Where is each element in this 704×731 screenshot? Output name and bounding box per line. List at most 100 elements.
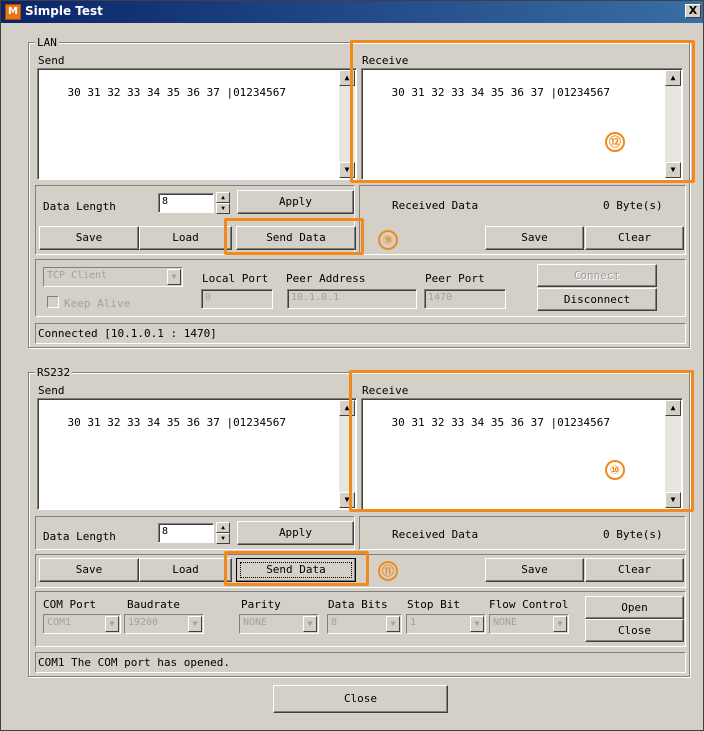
marker-12: ⑫ (605, 132, 625, 152)
flow-control-select[interactable]: NONE ▼ (489, 614, 569, 634)
baudrate-select[interactable]: 19200 ▼ (124, 614, 204, 634)
chevron-down-icon[interactable]: ▼ (167, 269, 181, 285)
lan-load-button[interactable]: Load (139, 226, 232, 250)
lan-apply-button[interactable]: Apply (237, 190, 354, 214)
scroll-down-arrow-icon[interactable]: ▼ (339, 162, 355, 178)
rs232-send-data-button[interactable]: Send Data (236, 558, 356, 582)
stop-bit-select[interactable]: 1 ▼ (406, 614, 486, 634)
chevron-down-icon[interactable]: ▼ (386, 616, 400, 632)
lan-receive-label: Receive (362, 54, 409, 67)
window-close-button[interactable]: X (685, 4, 701, 18)
rs232-received-bytes: 0 Byte(s) (603, 528, 663, 541)
connect-button[interactable]: Connect (537, 264, 657, 287)
lan-receive-save-button[interactable]: Save (485, 226, 584, 250)
rs232-send-scrollbar[interactable]: ▲ ▼ (339, 400, 355, 508)
rs232-save-button[interactable]: Save (39, 558, 139, 582)
peer-address-label: Peer Address (286, 272, 366, 285)
scroll-down-arrow-icon[interactable]: ▼ (665, 492, 681, 508)
rs232-receive-scrollbar[interactable]: ▲ ▼ (665, 400, 681, 508)
spin-down-icon[interactable]: ▼ (216, 203, 230, 214)
scroll-up-arrow-icon[interactable]: ▲ (339, 70, 355, 86)
chevron-down-icon[interactable]: ▼ (188, 616, 202, 632)
scroll-up-arrow-icon[interactable]: ▲ (665, 70, 681, 86)
lan-status-bar: Connected [10.1.0.1 : 1470] (35, 323, 686, 344)
lan-group-label: LAN (35, 36, 59, 49)
lan-send-textarea[interactable]: 30 31 32 33 34 35 36 37 |01234567 ▲ ▼ (37, 68, 357, 180)
keep-alive-checkbox[interactable] (47, 296, 59, 308)
flow-control-label: Flow Control (489, 598, 569, 611)
peer-address-input[interactable]: 10.1.0.1 (287, 289, 417, 309)
parity-label: Parity (241, 598, 281, 611)
com-port-select[interactable]: COM1 ▼ (43, 614, 121, 634)
lan-receive-scrollbar[interactable]: ▲ ▼ (665, 70, 681, 178)
rs232-receive-textarea[interactable]: 30 31 32 33 34 35 36 37 |01234567 ▲ ▼ (361, 398, 683, 510)
lan-received-data-label: Received Data (392, 199, 479, 212)
lan-data-length-input[interactable]: 8 (158, 193, 214, 213)
data-bits-label: Data Bits (328, 598, 388, 611)
chevron-down-icon[interactable]: ▼ (470, 616, 484, 632)
close-port-button[interactable]: Close (585, 619, 684, 642)
parity-select[interactable]: NONE ▼ (239, 614, 319, 634)
com-port-label: COM Port (43, 598, 96, 611)
scroll-down-arrow-icon[interactable]: ▼ (339, 492, 355, 508)
data-bits-select[interactable]: 8 ▼ (327, 614, 402, 634)
spin-down-icon[interactable]: ▼ (216, 533, 230, 544)
rs232-group-label: RS232 (35, 366, 73, 379)
rs232-send-label: Send (38, 384, 65, 397)
chevron-down-icon[interactable]: ▼ (105, 616, 119, 632)
title-bar[interactable]: M Simple Test X (1, 1, 703, 23)
local-port-input[interactable]: 0 (201, 289, 273, 309)
flow-control-value: NONE (493, 617, 518, 628)
peer-port-input[interactable]: 1470 (424, 289, 506, 309)
lan-send-text: 30 31 32 33 34 35 36 37 |01234567 (67, 86, 287, 99)
scroll-down-arrow-icon[interactable]: ▼ (665, 162, 681, 178)
lan-save-button[interactable]: Save (39, 226, 139, 250)
stop-bit-value: 1 (410, 617, 417, 628)
rs232-send-text: 30 31 32 33 34 35 36 37 |01234567 (67, 416, 287, 429)
rs232-load-button[interactable]: Load (139, 558, 232, 582)
keep-alive-label: Keep Alive (64, 297, 131, 310)
lan-send-scrollbar[interactable]: ▲ ▼ (339, 70, 355, 178)
lan-mode-value: TCP Client (47, 270, 108, 281)
rs232-clear-button[interactable]: Clear (585, 558, 684, 582)
lan-data-length-spinner[interactable]: ▲ ▼ (216, 192, 230, 214)
rs232-data-length-spinner[interactable]: ▲ ▼ (216, 522, 230, 544)
dialog-close-button[interactable]: Close (273, 685, 448, 713)
lan-clear-button[interactable]: Clear (585, 226, 684, 250)
marker-11: ⑪ (378, 561, 398, 581)
chevron-down-icon[interactable]: ▼ (553, 616, 567, 632)
rs232-apply-button[interactable]: Apply (237, 521, 354, 545)
chevron-down-icon[interactable]: ▼ (303, 616, 317, 632)
peer-port-label: Peer Port (425, 272, 485, 285)
rs232-receive-text: 30 31 32 33 34 35 36 37 |01234567 (391, 416, 611, 429)
spin-up-icon[interactable]: ▲ (216, 522, 230, 533)
open-port-button[interactable]: Open (585, 596, 684, 619)
com-port-value: COM1 (47, 617, 72, 628)
lan-data-length-label: Data Length (43, 200, 116, 213)
rs232-send-textarea[interactable]: 30 31 32 33 34 35 36 37 |01234567 ▲ ▼ (37, 398, 357, 510)
marker-10: ⑩ (605, 460, 625, 480)
rs232-data-length-label: Data Length (43, 530, 116, 543)
window-title: Simple Test (25, 4, 103, 18)
scroll-up-arrow-icon[interactable]: ▲ (665, 400, 681, 416)
rs232-data-length-input[interactable]: 8 (158, 523, 214, 543)
lan-send-label: Send (38, 54, 65, 67)
rs232-receive-save-button[interactable]: Save (485, 558, 584, 582)
parity-value: NONE (243, 617, 268, 628)
lan-received-bytes: 0 Byte(s) (603, 199, 663, 212)
lan-receive-text: 30 31 32 33 34 35 36 37 |01234567 (391, 86, 611, 99)
app-icon: M (5, 4, 21, 20)
marker-9: ⑨ (378, 230, 398, 250)
rs232-received-data-label: Received Data (392, 528, 479, 541)
lan-send-data-button[interactable]: Send Data (236, 226, 356, 250)
local-port-label: Local Port (202, 272, 269, 285)
spin-up-icon[interactable]: ▲ (216, 192, 230, 203)
simple-test-window: M Simple Test X LAN Send 30 31 32 33 34 … (0, 0, 704, 731)
disconnect-button[interactable]: Disconnect (537, 288, 657, 311)
baudrate-label: Baudrate (127, 598, 180, 611)
stop-bit-label: Stop Bit (407, 598, 460, 611)
lan-receive-textarea[interactable]: 30 31 32 33 34 35 36 37 |01234567 ▲ ▼ (361, 68, 683, 180)
lan-mode-select[interactable]: TCP Client ▼ (43, 267, 183, 287)
baudrate-value: 19200 (128, 617, 159, 628)
scroll-up-arrow-icon[interactable]: ▲ (339, 400, 355, 416)
